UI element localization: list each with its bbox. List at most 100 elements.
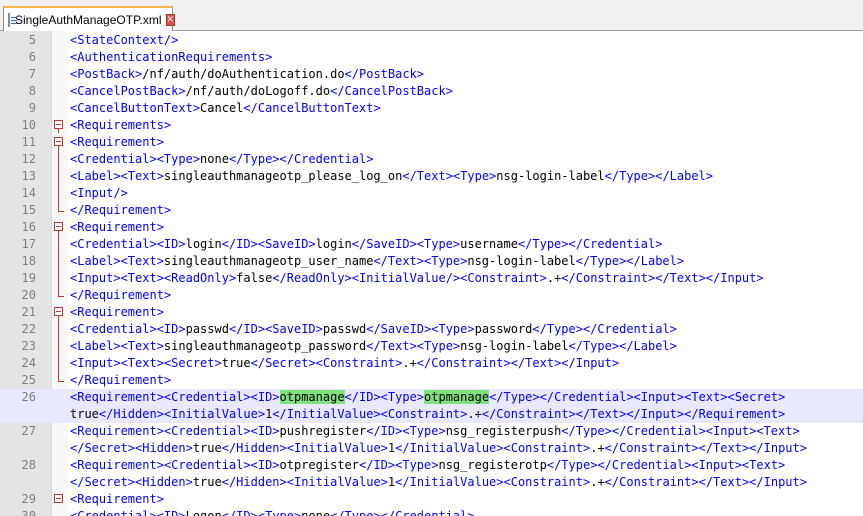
code-text: <StateContext/> <box>70 32 178 49</box>
xml-text: .+ <box>590 475 605 489</box>
xml-text: .+ <box>546 271 562 285</box>
code-line[interactable]: 25 </Requirement> <box>0 372 863 389</box>
xml-text: password <box>474 322 533 336</box>
code-line[interactable]: 21 <Requirement> <box>0 304 863 321</box>
xml-tag: <CancelButtonText> <box>70 101 201 115</box>
xml-tag: </Hidden><InitialValue> <box>98 407 266 421</box>
xml-tag: </InitialValue><Constraint> <box>395 441 591 455</box>
xml-tag: <Credential><ID> <box>70 509 186 516</box>
xml-tag: </ReadOnly><InitialValue/><Constraint> <box>272 271 547 285</box>
xml-tag: </ID><Type> <box>359 458 439 472</box>
xml-tag: </Type></Label> <box>568 339 677 353</box>
code-line[interactable]: 12 <Credential><Type>none</Type></Credent… <box>0 151 863 168</box>
code-line[interactable]: 26 <Requirement><Credential><ID>otpmanage… <box>0 389 863 406</box>
line-number: 29 <box>21 492 36 506</box>
xml-text: nsg-login-label <box>467 254 576 268</box>
xml-tag: <Input/> <box>70 186 128 200</box>
xml-tag: <Requirement> <box>70 135 164 149</box>
xml-tag: <PostBack> <box>70 67 143 81</box>
xml-tag: <Credential><Type> <box>70 152 201 166</box>
code-line[interactable]: 15 </Requirement> <box>0 202 863 219</box>
code-line[interactable]: 7 <PostBack>/nf/auth/doAuthentication.do<… <box>0 66 863 83</box>
xml-text: singleauthmanageotp_password <box>163 339 367 353</box>
xml-tag: <Requirement><Credential><ID> <box>70 390 280 404</box>
xml-tag: </ID><SaveID> <box>221 237 316 251</box>
code-text: </Requirement> <box>70 287 171 304</box>
fold-toggle-icon[interactable] <box>54 120 63 129</box>
code-line[interactable]: </Secret><Hidden>true</Hidden><InitialVa… <box>0 474 863 491</box>
fold-toggle-icon[interactable] <box>54 494 63 503</box>
xml-tag: </Constraint></Text></Input> <box>561 271 764 285</box>
code-line[interactable]: 9 <CancelButtonText>Cancel</CancelButtonT… <box>0 100 863 117</box>
xml-text: login <box>185 237 222 251</box>
xml-tag: </ID><Type> <box>366 424 446 438</box>
xml-tag: <StateContext/> <box>70 33 179 47</box>
fold-guide <box>58 231 59 296</box>
xml-tag: </SaveID><Type> <box>366 322 475 336</box>
xml-text: nsg-login-label <box>460 339 569 353</box>
close-icon[interactable]: ✕ <box>165 13 176 26</box>
code-line[interactable]: true</Hidden><InitialValue>1</InitialVal… <box>0 406 863 423</box>
tab-bar: SingleAuthManageOTP.xml ✕ <box>0 0 863 31</box>
xml-tag: </Constraint></Text></Input></Requiremen… <box>481 407 786 421</box>
xml-text: singleauthmanageotp_user_name <box>163 254 374 268</box>
code-text: <Credential><Type>none</Type></Credentia… <box>70 151 373 168</box>
code-line[interactable]: 17 <Credential><ID>login</ID><SaveID>logi… <box>0 236 863 253</box>
code-editor[interactable]: 5 <StateContext/> 6 <AuthenticationRequirem… <box>0 31 863 516</box>
code-line[interactable]: 28 <Requirement><Credential><ID>otpregist… <box>0 457 863 474</box>
code-line[interactable]: 8 <CancelPostBack>/nf/auth/doLogoff.do</C… <box>0 83 863 100</box>
xml-text: passwd <box>322 322 367 336</box>
code-text: <Requirement><Credential><ID>otpmanage</… <box>70 389 785 406</box>
code-line[interactable]: 10 <Requirements> <box>0 117 863 134</box>
xml-tag: <Requirement><Credential><ID> <box>70 424 280 438</box>
xml-tag: </Type></Credential> <box>228 152 374 166</box>
fold-toggle-icon[interactable] <box>54 222 63 231</box>
xml-text: Cancel <box>200 101 244 115</box>
code-line[interactable]: 22 <Credential><ID>passwd</ID><SaveID>pas… <box>0 321 863 338</box>
code-line[interactable]: 16 <Requirement> <box>0 219 863 236</box>
xml-tag: </Type></Credential><Input><Text> <box>546 458 786 472</box>
xml-tag: </ID><SaveID> <box>228 322 323 336</box>
code-line[interactable]: 30 <Credential><ID>Logon</ID><Type>none</… <box>0 508 863 516</box>
line-number: 16 <box>21 220 36 234</box>
xml-tag: </Hidden><InitialValue> <box>221 441 388 455</box>
line-number: 5 <box>28 33 36 47</box>
file-tab[interactable]: SingleAuthManageOTP.xml ✕ <box>3 6 176 31</box>
xml-tag: </Type></Credential> <box>330 509 475 516</box>
xml-tag: </ID><Type> <box>221 509 302 516</box>
code-line[interactable]: 23 <Label><Text>singleauthmanageotp_passw… <box>0 338 863 355</box>
line-number: 20 <box>21 288 36 302</box>
xml-text: /nf/auth/doLogoff.do <box>185 84 331 98</box>
xml-tag: <AuthenticationRequirements> <box>70 50 273 64</box>
xml-tag: </PostBack> <box>344 67 425 81</box>
code-line[interactable]: 11 <Requirement> <box>0 134 863 151</box>
code-line[interactable]: 27 <Requirement><Credential><ID>pushregis… <box>0 423 863 440</box>
xml-text: nsg-login-label <box>496 169 605 183</box>
code-line[interactable]: </Secret><Hidden>true</Hidden><InitialVa… <box>0 440 863 457</box>
search-match: otpmanage <box>279 390 345 404</box>
code-line[interactable]: 13 <Label><Text>singleauthmanageotp_pleas… <box>0 168 863 185</box>
fold-toggle-icon[interactable] <box>54 137 63 146</box>
code-text: <Label><Text>singleauthmanageotp_please_… <box>70 168 713 185</box>
fold-toggle-icon[interactable] <box>54 307 63 316</box>
code-line[interactable]: 24 <Input><Text><Secret>true</Secret><Con… <box>0 355 863 372</box>
code-line[interactable]: 29 <Requirement> <box>0 491 863 508</box>
code-text: <AuthenticationRequirements> <box>70 49 272 66</box>
code-line[interactable]: 20 </Requirement> <box>0 287 863 304</box>
line-number: 21 <box>21 305 36 319</box>
code-text: <Input><Text><Secret>true</Secret><Const… <box>70 355 619 372</box>
code-line[interactable]: 19 <Input><Text><ReadOnly>false</ReadOnly… <box>0 270 863 287</box>
code-text: </Secret><Hidden>true</Hidden><InitialVa… <box>70 474 807 491</box>
code-line[interactable]: 14 <Input/> <box>0 185 863 202</box>
code-text: </Requirement> <box>70 202 171 219</box>
xml-tag: </Type></Credential><Input><Text> <box>561 424 800 438</box>
code-text: <Credential><ID>Logon</ID><Type>none</Ty… <box>70 508 475 516</box>
code-text: true</Hidden><InitialValue>1</InitialVal… <box>70 406 785 423</box>
code-line[interactable]: 18 <Label><Text>singleauthmanageotp_user_… <box>0 253 863 270</box>
xml-tag: <Credential><ID> <box>70 322 186 336</box>
code-line[interactable]: 6 <AuthenticationRequirements> <box>0 49 863 66</box>
xml-tag: <Input><Text><Secret> <box>70 356 222 370</box>
code-line[interactable]: 5 <StateContext/> <box>0 32 863 49</box>
code-text: <Credential><ID>login</ID><SaveID>login<… <box>70 236 662 253</box>
line-number: 12 <box>21 152 36 166</box>
